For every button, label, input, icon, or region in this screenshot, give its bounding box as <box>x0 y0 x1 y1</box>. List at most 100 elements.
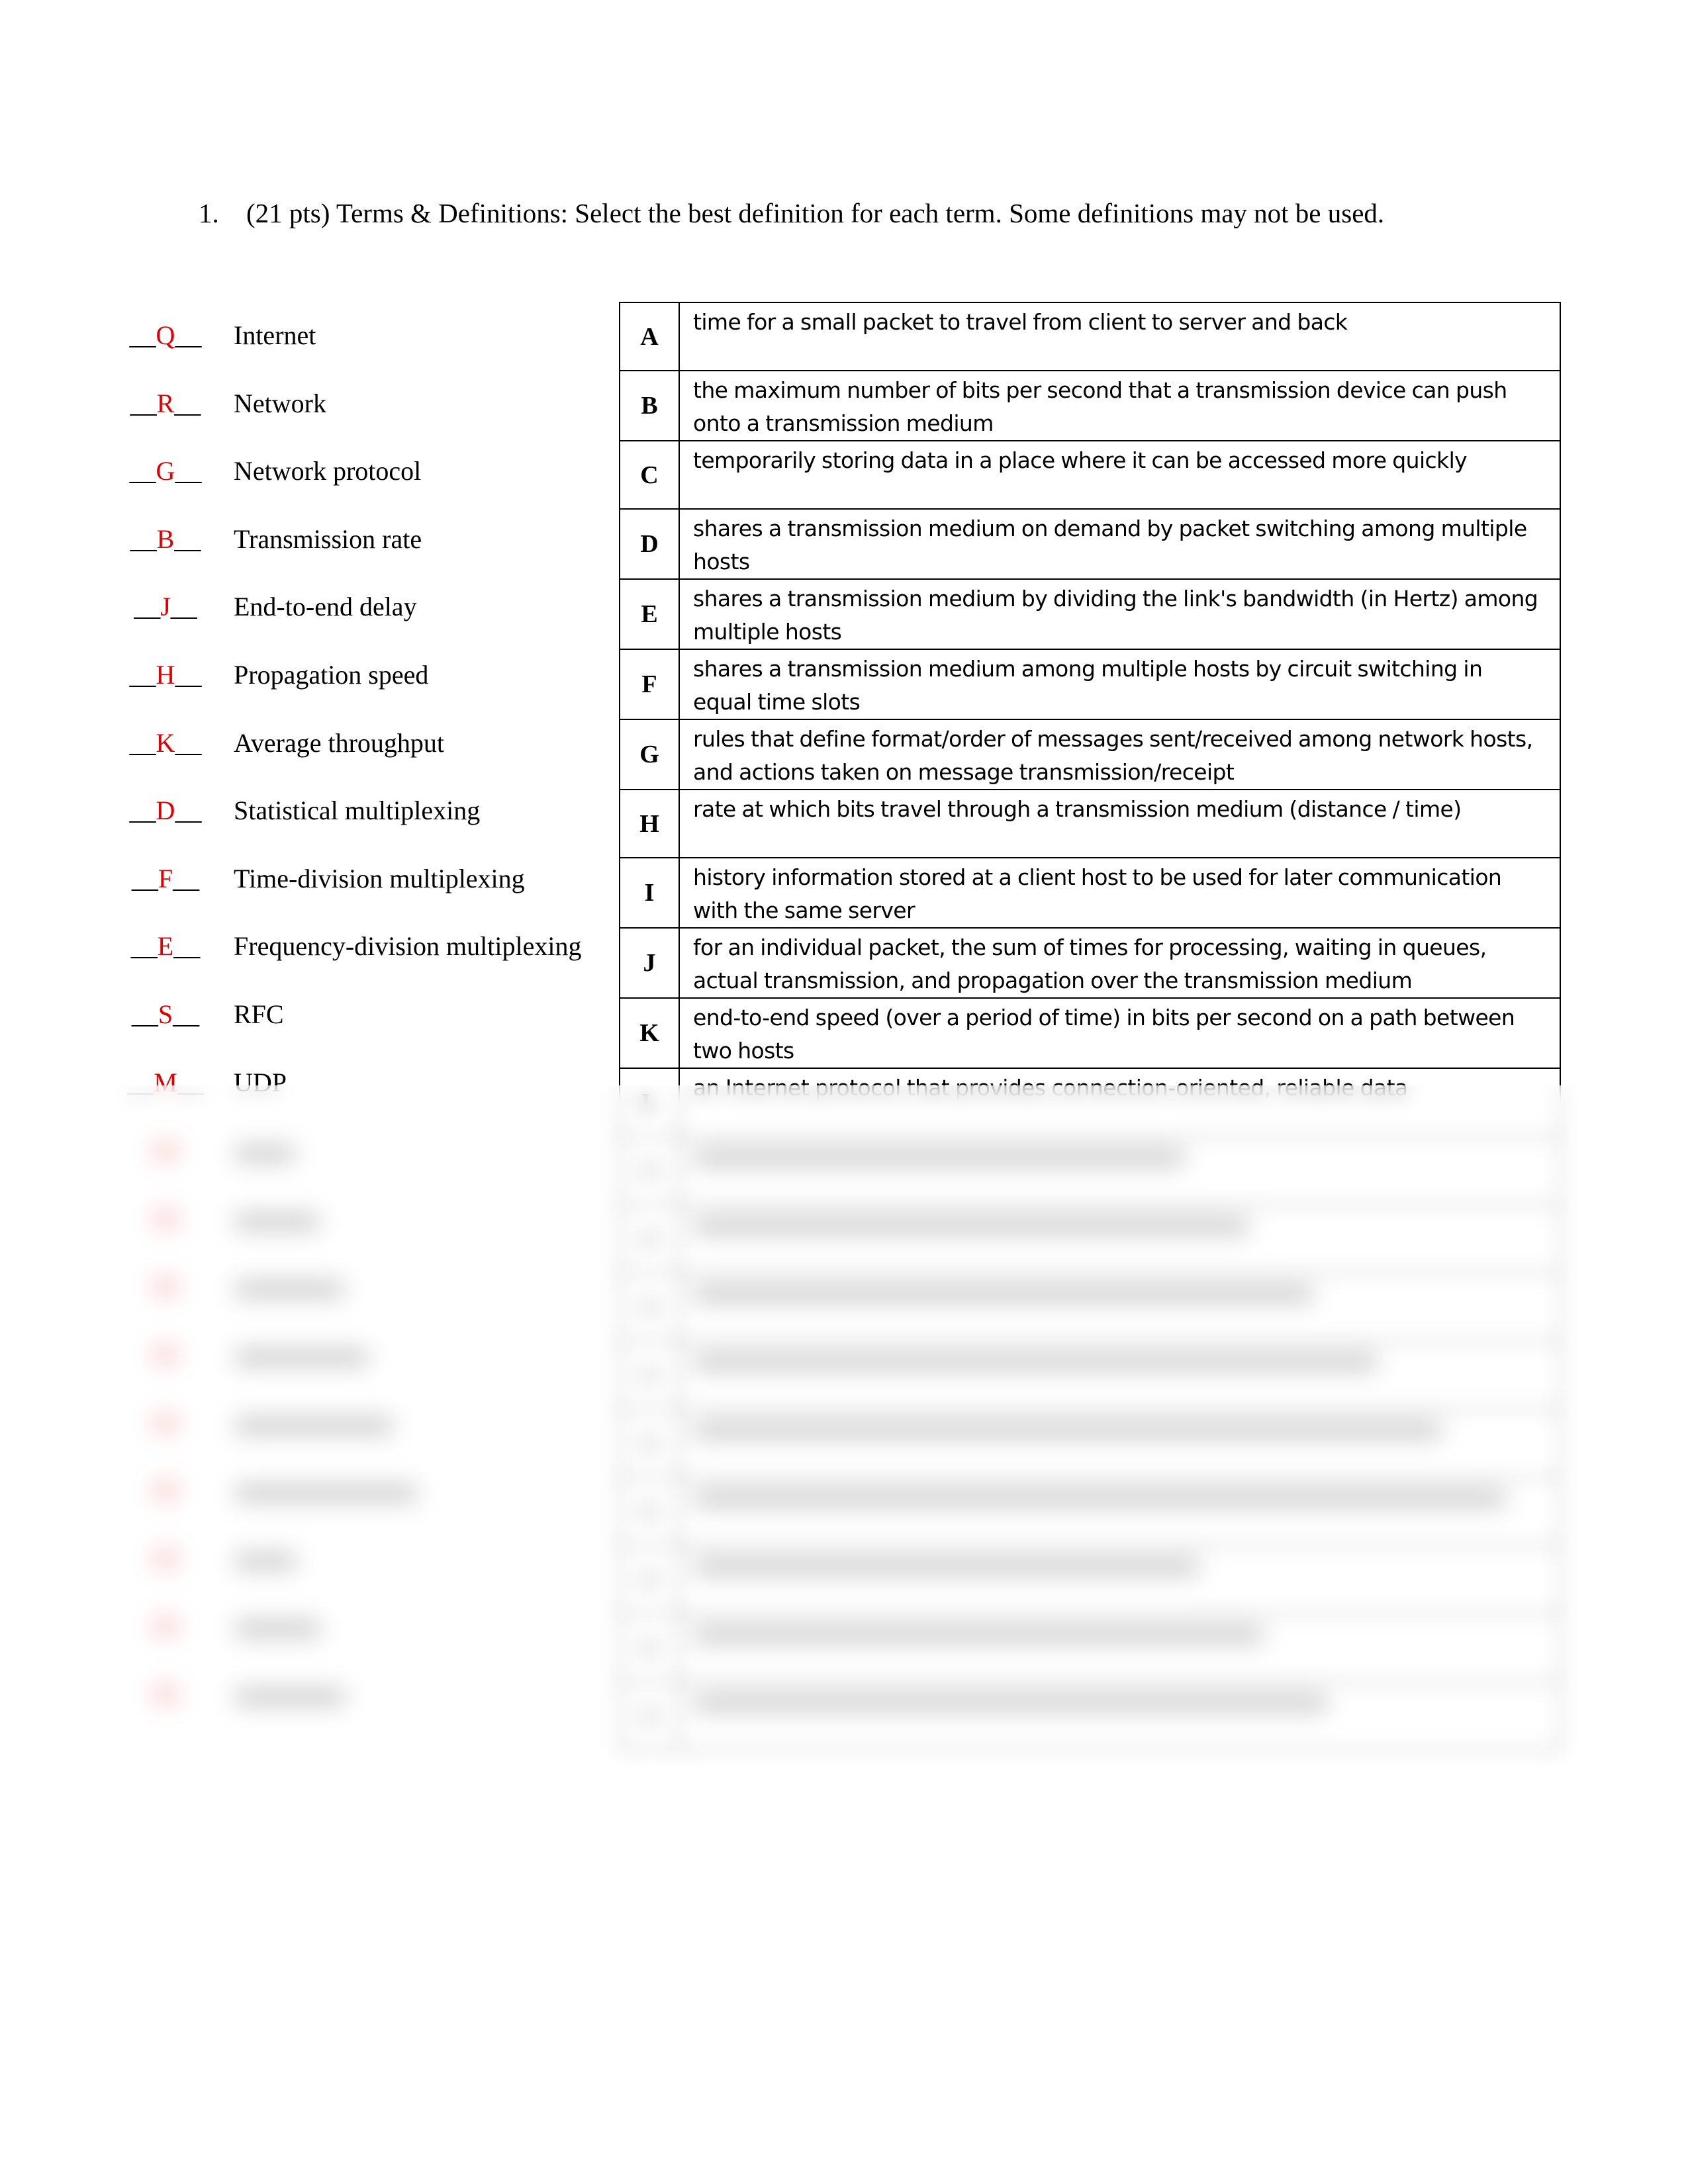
term-row: __G__ Network protocol <box>126 437 616 505</box>
answer-blank[interactable]: __B__ <box>126 523 205 555</box>
term-row: __R__ Network <box>126 369 616 437</box>
definition-row: Eshares a transmission medium by dividin… <box>619 578 1561 650</box>
definition-row: Atime for a small packet to travel from … <box>619 302 1561 371</box>
definition-text: rules that define format/order of messag… <box>679 719 1561 790</box>
term-row: __D__ Statistical multiplexing <box>126 776 616 844</box>
definition-letter: K <box>619 997 680 1069</box>
term-row: __Q__ Internet <box>126 301 616 369</box>
definition-letter: G <box>619 719 680 790</box>
definition-row: Grules that define format/order of messa… <box>619 719 1561 790</box>
term-label: Frequency-division multiplexing <box>234 931 582 962</box>
blank-underline-left: __ <box>131 999 158 1029</box>
definition-text: rate at which bits travel through a tran… <box>679 789 1561 858</box>
definition-letter: A <box>619 302 680 371</box>
term-row: __H__ Propagation speed <box>126 641 616 709</box>
blank-underline-right: __ <box>175 727 202 758</box>
blank-underline-left: __ <box>130 388 157 418</box>
blank-underline-right: __ <box>173 931 201 962</box>
question-number: 1. <box>199 198 219 228</box>
definition-row: Jfor an individual packet, the sum of ti… <box>619 927 1561 999</box>
blank-underline-right: __ <box>173 863 200 893</box>
blank-underline-left: __ <box>131 863 158 893</box>
answer-letter: S <box>158 999 173 1029</box>
blurred-region <box>0 1085 1688 1813</box>
answer-blank[interactable]: __F__ <box>126 863 205 894</box>
answer-blank[interactable]: __E__ <box>126 931 205 962</box>
answer-letter: Q <box>156 320 175 350</box>
term-label: Internet <box>234 320 316 350</box>
blank-underline-right: __ <box>174 523 201 554</box>
definition-text: shares a transmission medium by dividing… <box>679 578 1561 650</box>
blank-underline-left: __ <box>129 660 156 690</box>
answer-letter: B <box>156 523 175 554</box>
answer-letter: J <box>160 592 171 622</box>
definition-letter: H <box>619 789 680 858</box>
blank-underline-left: __ <box>134 592 161 622</box>
answer-blank[interactable]: __J__ <box>126 591 205 622</box>
blank-underline-left: __ <box>130 523 157 554</box>
term-label: Statistical multiplexing <box>234 796 481 826</box>
definition-row: Fshares a transmission medium among mult… <box>619 649 1561 720</box>
blank-underline-right: __ <box>175 796 202 826</box>
definition-row: Dshares a transmission medium on demand … <box>619 508 1561 580</box>
answer-letter: E <box>157 931 174 962</box>
blank-underline-left: __ <box>129 320 156 350</box>
term-row: __F__ Time-division multiplexing <box>126 844 616 913</box>
definition-row: Ctemporarily storing data in a place whe… <box>619 440 1561 510</box>
blank-underline-left: __ <box>130 931 158 962</box>
blank-underline-right: __ <box>173 999 200 1029</box>
answer-blank[interactable]: __K__ <box>126 727 205 758</box>
term-label: Average throughput <box>234 727 445 758</box>
answer-blank[interactable]: __H__ <box>126 659 205 690</box>
definition-letter: F <box>619 649 680 720</box>
answer-blank[interactable]: __Q__ <box>126 320 205 351</box>
definition-letter: J <box>619 927 680 999</box>
definition-text: history information stored at a client h… <box>679 857 1561 929</box>
definition-letter: C <box>619 440 680 510</box>
answer-blank[interactable]: __G__ <box>126 455 205 486</box>
term-row: __J__ End-to-end delay <box>126 572 616 641</box>
answer-letter: F <box>158 863 173 893</box>
blank-underline-right: __ <box>175 320 202 350</box>
term-label: Network protocol <box>234 456 422 486</box>
term-row: __E__ Frequency-division multiplexing <box>126 912 616 980</box>
definition-row: Kend-to-end speed (over a period of time… <box>619 997 1561 1069</box>
definition-text: the maximum number of bits per second th… <box>679 370 1561 441</box>
definition-letter: B <box>619 370 680 441</box>
term-row: __S__ RFC <box>126 980 616 1048</box>
term-label: Network <box>234 388 326 418</box>
answer-blank[interactable]: __S__ <box>126 999 205 1030</box>
definition-text: temporarily storing data in a place wher… <box>679 440 1561 510</box>
question-prompt: (21 pts) Terms & Definitions: Select the… <box>246 198 1385 228</box>
term-label: End-to-end delay <box>234 592 417 622</box>
definition-letter: E <box>619 578 680 650</box>
answer-letter: D <box>156 796 175 826</box>
term-row: __K__ Average throughput <box>126 709 616 777</box>
term-label: Time-division multiplexing <box>234 863 525 893</box>
blank-underline-right: __ <box>174 388 201 418</box>
term-row: __B__ Transmission rate <box>126 505 616 573</box>
answer-blank[interactable]: __D__ <box>126 795 205 826</box>
answer-letter: H <box>156 660 175 690</box>
definition-letter: I <box>619 857 680 929</box>
definition-row: Ihistory information stored at a client … <box>619 857 1561 929</box>
blank-underline-right: __ <box>175 660 202 690</box>
definition-text: for an individual packet, the sum of tim… <box>679 927 1561 999</box>
exam-page: 1. (21 pts) Terms & Definitions: Select … <box>0 0 1688 2184</box>
definition-row: Bthe maximum number of bits per second t… <box>619 370 1561 441</box>
definition-text: shares a transmission medium on demand b… <box>679 508 1561 580</box>
term-label: Transmission rate <box>234 523 422 554</box>
answer-blank[interactable]: __R__ <box>126 388 205 419</box>
definition-text: end-to-end speed (over a period of time)… <box>679 997 1561 1069</box>
answer-letter: R <box>156 388 175 418</box>
blank-underline-left: __ <box>129 727 156 758</box>
answer-letter: K <box>156 727 175 758</box>
definition-letter: D <box>619 508 680 580</box>
blank-underline-right: __ <box>170 592 197 622</box>
blank-underline-left: __ <box>129 796 156 826</box>
blank-underline-left: __ <box>129 456 156 486</box>
answer-letter: G <box>156 456 175 486</box>
term-label: RFC <box>234 999 284 1029</box>
definition-text: time for a small packet to travel from c… <box>679 302 1561 371</box>
term-label: Propagation speed <box>234 660 429 690</box>
